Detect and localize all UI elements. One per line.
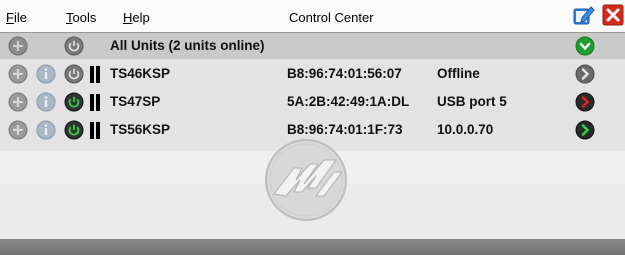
- unit-mac: B8:96:74:01:56:07: [287, 66, 402, 81]
- menu-file[interactable]: File: [6, 10, 27, 25]
- all-units-row[interactable]: All Units (2 units online): [0, 32, 625, 59]
- power-off-icon[interactable]: [64, 64, 84, 84]
- menu-tools[interactable]: Tools: [66, 10, 96, 25]
- power-icon[interactable]: [64, 36, 84, 56]
- disconnect-icon[interactable]: [8, 120, 28, 140]
- unit-status: 10.0.0.70: [437, 122, 494, 137]
- info-icon[interactable]: [36, 92, 56, 112]
- status-bar: [0, 239, 625, 255]
- info-icon[interactable]: [36, 120, 56, 140]
- pause-icon[interactable]: [90, 66, 100, 83]
- power-on-icon[interactable]: [64, 120, 84, 140]
- close-icon[interactable]: [602, 4, 624, 26]
- menu-bar: File Tools Help Control Center: [0, 0, 625, 32]
- unit-name: TS47SP: [110, 94, 161, 109]
- pause-icon[interactable]: [90, 122, 100, 139]
- connect-arrow-icon[interactable]: [575, 92, 595, 112]
- unit-status: Offline: [437, 66, 480, 81]
- unit-mac: B8:96:74:01:1F:73: [287, 122, 403, 137]
- expand-chevron-down-icon[interactable]: [575, 36, 595, 56]
- connect-arrow-icon[interactable]: [575, 64, 595, 84]
- unit-name: TS46KSP: [110, 66, 171, 81]
- info-icon[interactable]: [36, 64, 56, 84]
- disconnect-icon[interactable]: [8, 64, 28, 84]
- edit-icon[interactable]: [573, 4, 595, 26]
- unit-mac: 5A:2B:42:49:1A:DL: [287, 94, 410, 109]
- window-title: Control Center: [289, 10, 374, 25]
- unit-row[interactable]: TS47SP 5A:2B:42:49:1A:DL USB port 5: [0, 89, 625, 117]
- pause-icon[interactable]: [90, 94, 100, 111]
- unit-row[interactable]: TS46KSP B8:96:74:01:56:07 Offline: [0, 61, 625, 89]
- all-units-label: All Units (2 units online): [110, 38, 265, 53]
- watermark-logo-icon: [265, 139, 347, 221]
- unit-status: USB port 5: [437, 94, 507, 109]
- connect-arrow-icon[interactable]: [575, 120, 595, 140]
- unit-name: TS56KSP: [110, 122, 171, 137]
- menu-help[interactable]: Help: [123, 10, 150, 25]
- disconnect-icon[interactable]: [8, 92, 28, 112]
- power-on-icon[interactable]: [64, 92, 84, 112]
- disconnect-icon[interactable]: [8, 36, 28, 56]
